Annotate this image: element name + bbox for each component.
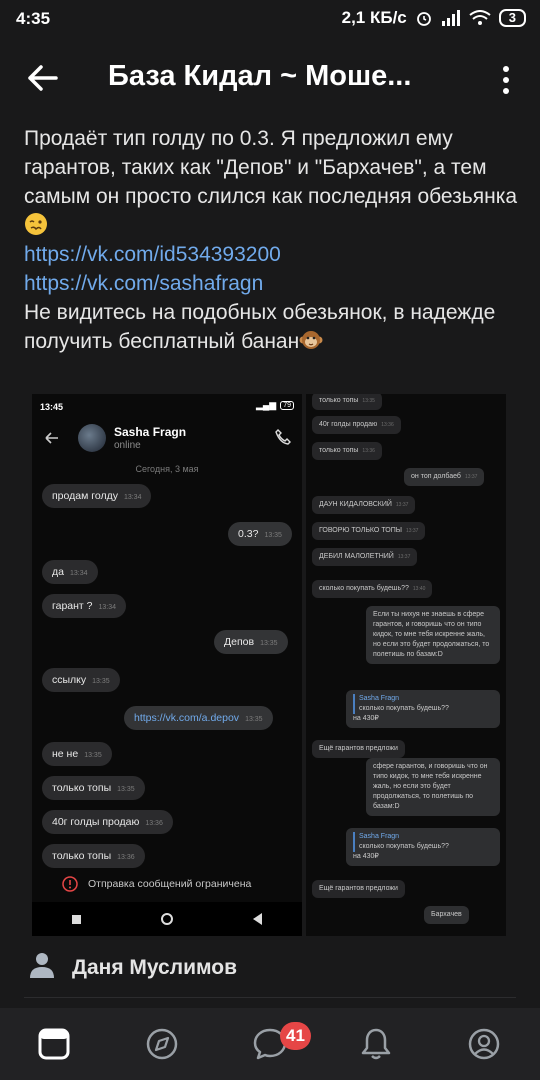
status-time: 4:35	[16, 9, 51, 28]
screenshot-status-icons: ▂▄▆ 79	[256, 400, 294, 411]
chat-message: Ещё гарантов предложи	[312, 740, 405, 758]
chat-message: только топы 13:35	[312, 394, 382, 410]
contact-avatar	[78, 424, 106, 452]
page-title: База Кидал ~ Моше...	[108, 60, 412, 92]
chat-message: не не 13:35	[42, 742, 112, 766]
chat-message: 40г голды продаю 13:36	[42, 810, 173, 834]
battery-indicator: 3	[498, 9, 526, 27]
nav-discover-button[interactable]	[142, 1024, 182, 1064]
wifi-icon	[469, 10, 491, 25]
chat-message: Бархачев	[424, 906, 469, 924]
chat-message: продам голду 13:34	[42, 484, 152, 508]
screenshot-signal-icon: ▂▄▆	[255, 400, 277, 410]
profile-icon	[468, 1028, 500, 1060]
chat-message: он топ долбаеб 13:37	[404, 468, 485, 486]
post-paragraph-2: Не видитесь на подобных обезьянок, в над…	[24, 301, 496, 353]
screenshot-system-nav	[32, 902, 302, 936]
alarm-icon	[416, 12, 431, 26]
status-bar: 4:35 2,1 КБ/с 3	[0, 0, 540, 38]
screenshot-time: 13:45	[40, 402, 64, 412]
chat-message: Ещё гарантов предложи	[312, 880, 405, 898]
chat-message: ДАУН КИДАЛОВСКИЙ 13:37	[312, 496, 416, 514]
post-body: Продаёт тип голду по 0.3. Я предложил ем…	[24, 124, 524, 356]
compass-icon	[146, 1028, 178, 1060]
monkey-face-emoji-icon	[299, 331, 323, 349]
post-author[interactable]: Даня Муслимов	[0, 944, 540, 994]
signal-icon	[441, 10, 460, 26]
phone-icon	[275, 429, 291, 445]
bell-icon	[361, 1028, 391, 1060]
network-speed: 2,1 КБ/с	[341, 8, 407, 27]
circle-icon	[161, 913, 173, 925]
arrow-left-icon	[28, 65, 58, 91]
chat-message: только топы 13:35	[42, 776, 145, 800]
chat-date: Сегодня, 3 мая	[135, 464, 199, 474]
chat-message: только топы 13:36	[42, 844, 145, 868]
warning-icon	[62, 876, 78, 892]
woozy-face-emoji-icon	[25, 213, 47, 235]
chat-message: сколько покупать будешь?? 13:40	[312, 580, 433, 598]
author-name: Даня Муслимов	[72, 956, 237, 979]
more-vertical-icon	[503, 66, 509, 94]
chat-message: Если ты нихуя не знаешь в сфере гарантов…	[366, 606, 500, 664]
more-menu-button[interactable]	[488, 60, 524, 100]
chat-message: ДЕБИЛ МАЛОЛЕТНИЙ 13:37	[312, 548, 418, 566]
app-header: База Кидал ~ Моше...	[0, 38, 540, 120]
chat-message: 40г голды продаю 13:36	[312, 416, 401, 434]
screenshot-battery: 79	[280, 401, 294, 410]
chat-screenshot-right[interactable]: только топы 13:35 40г голды продаю 13:36 т…	[306, 394, 506, 936]
status-icons: 2,1 КБ/с 3	[342, 8, 526, 28]
chat-message: сфере гарантов, и говоришь что он типо к…	[366, 758, 500, 816]
contact-status: online	[114, 440, 141, 451]
chat-message: 0.3? 13:35	[228, 522, 292, 546]
chat-message-link[interactable]: https://vk.com/a.depov 13:35	[124, 706, 273, 730]
chat-message: ссылку 13:35	[42, 668, 120, 692]
chat-message-reply: Sasha Fragn сколько покупать будешь?? на …	[346, 828, 500, 866]
chat-message: ГОВОРЮ ТОЛЬКО ТОПЫ 13:37	[312, 522, 426, 540]
divider	[24, 997, 516, 998]
news-icon	[38, 1028, 70, 1060]
square-icon	[72, 914, 81, 924]
chat-message: только топы 13:36	[312, 442, 382, 460]
post-paragraph-1: Продаёт тип голду по 0.3. Я предложил ем…	[24, 124, 524, 240]
reply-quote: Sasha Fragn сколько покупать будешь??	[353, 832, 493, 852]
chat-message: да 13:34	[42, 560, 98, 584]
chat-message-reply: Sasha Fragn сколько покупать будешь?? на …	[346, 690, 500, 728]
reply-quote: Sasha Fragn сколько покупать будешь??	[353, 694, 493, 714]
nav-notifications-button[interactable]	[356, 1024, 396, 1064]
user-icon	[30, 953, 54, 978]
screenshot-back-icon	[45, 432, 58, 444]
chat-message: Депов 13:35	[214, 630, 288, 654]
contact-name: Sasha Fragn	[114, 425, 187, 439]
post-link-2[interactable]: https://vk.com/sashafragn	[24, 269, 524, 298]
restriction-notice: Отправка сообщений ограничена	[62, 876, 251, 892]
triangle-back-icon	[253, 913, 262, 925]
chat-message: гарант ? 13:34	[42, 594, 127, 618]
back-button[interactable]	[22, 58, 62, 98]
post-link-1[interactable]: https://vk.com/id534393200	[24, 240, 524, 269]
chat-screenshot-left[interactable]: 13:45 ▂▄▆ 79 Sasha Fragn online Сегодня,…	[32, 394, 302, 936]
nav-news-button[interactable]	[34, 1024, 74, 1064]
bottom-navigation	[0, 1008, 540, 1080]
messages-badge: 41	[280, 1022, 311, 1050]
nav-profile-button[interactable]	[464, 1024, 504, 1064]
